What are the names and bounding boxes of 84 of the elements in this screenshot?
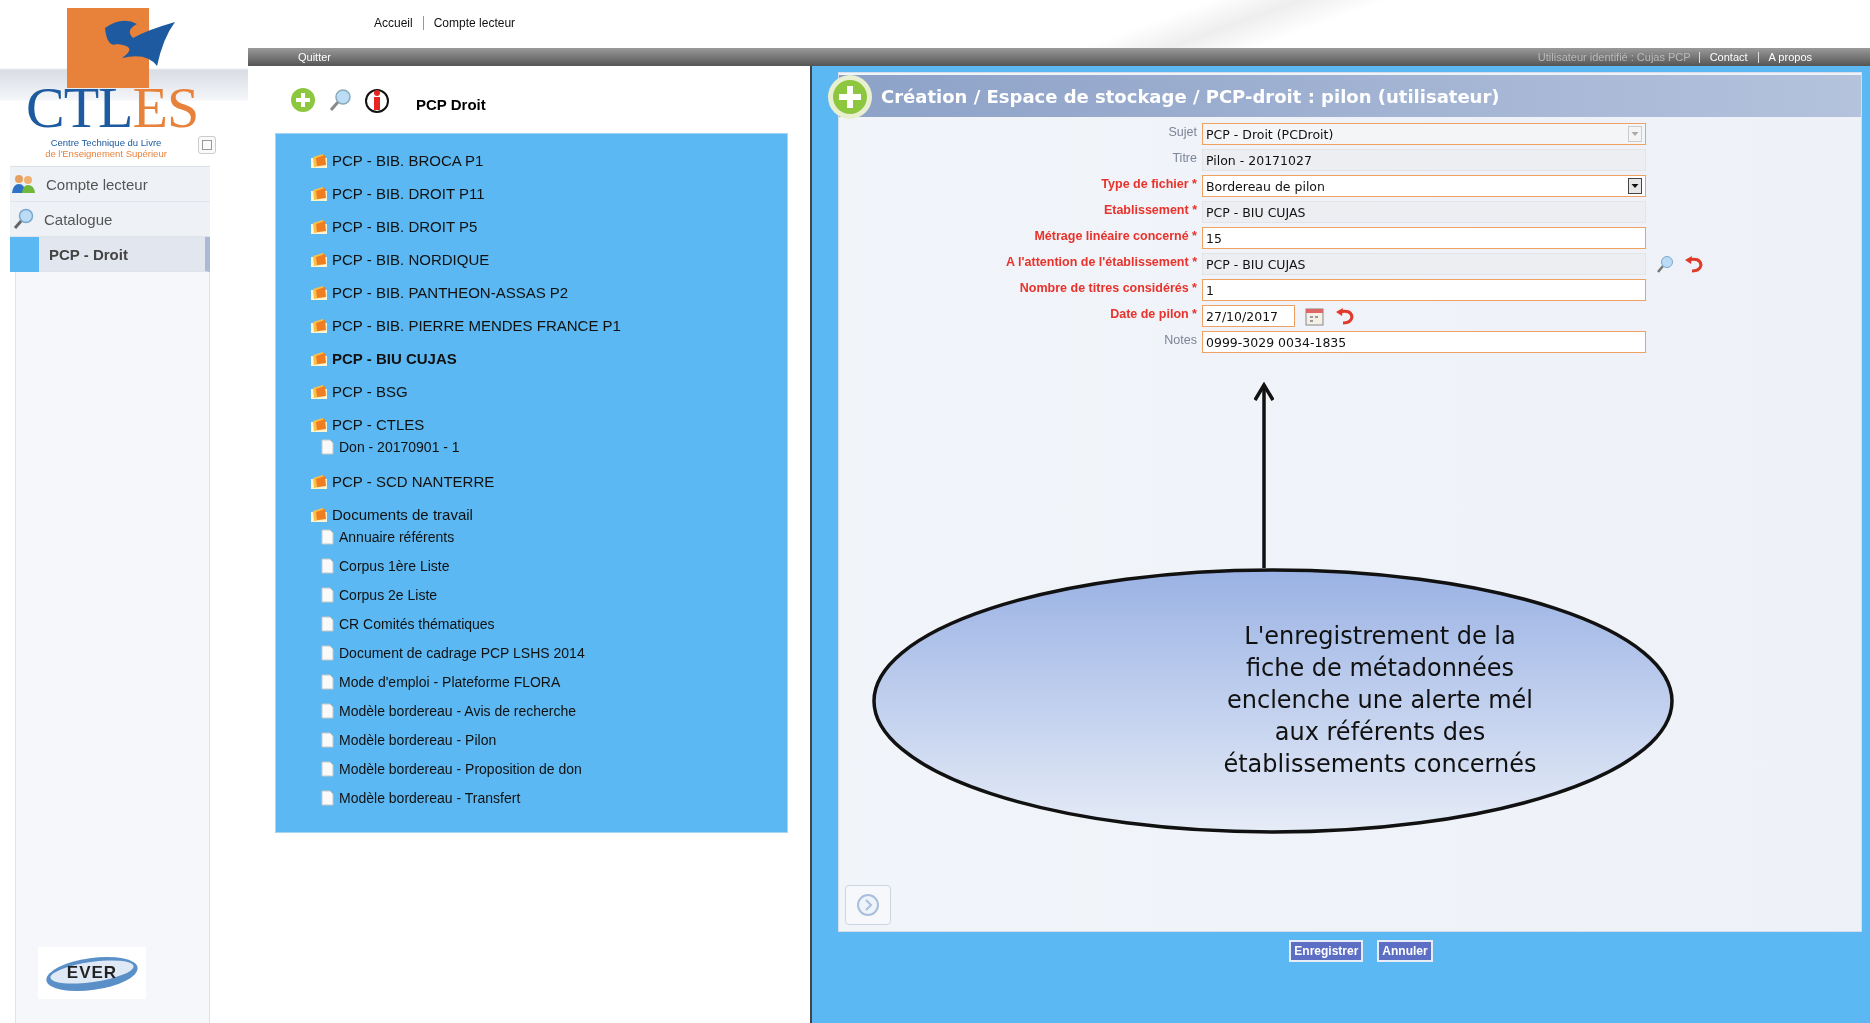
dropdown[interactable]: Bordereau de pilon bbox=[1202, 175, 1646, 197]
caret-icon bbox=[1628, 126, 1642, 142]
tree-item[interactable]: Modèle bordereau - Transfert bbox=[310, 783, 787, 812]
document-icon bbox=[321, 528, 334, 545]
header-link[interactable]: Contact bbox=[1698, 51, 1758, 63]
add-icon[interactable] bbox=[290, 86, 316, 113]
sidebar-item[interactable]: Compte lecteur bbox=[10, 167, 210, 202]
folder-icon bbox=[310, 416, 328, 433]
tree-item[interactable]: PCP - BIB. BROCA P1 bbox=[310, 144, 787, 177]
logo-subtitle: Centre Technique du Livre bbox=[49, 137, 163, 148]
undo-icon[interactable] bbox=[1684, 255, 1704, 273]
field-label: Sujet bbox=[1167, 124, 1198, 141]
field-label: Date de pilon * bbox=[1109, 306, 1198, 323]
logo-subtitle: de l'Enseignement Supérieur bbox=[44, 148, 168, 159]
panel-title: PCP Droit bbox=[416, 96, 486, 113]
form-button[interactable]: Annuler bbox=[1377, 940, 1433, 962]
tree-item[interactable]: Modèle bordereau - Proposition de don bbox=[310, 754, 787, 783]
tree-item[interactable]: PCP - BIB. NORDIQUE bbox=[310, 243, 787, 276]
quit-link[interactable]: Quitter bbox=[298, 51, 331, 63]
tree-item[interactable]: PCP - SCD NANTERRE bbox=[310, 465, 787, 498]
folder-icon bbox=[310, 251, 328, 268]
folder-icon bbox=[310, 317, 328, 334]
text-field[interactable]: 15 bbox=[1202, 227, 1646, 249]
document-icon bbox=[321, 557, 334, 574]
tree-item[interactable]: Corpus 1ère Liste bbox=[310, 551, 787, 580]
user-info: Utilisateur identifié : Cujas PCP bbox=[1537, 51, 1692, 63]
nav-link[interactable]: Accueil bbox=[364, 16, 423, 30]
search-icon[interactable] bbox=[328, 87, 352, 112]
tree-item[interactable]: PCP - BIU CUJAS bbox=[310, 342, 787, 375]
ever-logo: EVER bbox=[38, 947, 146, 999]
tree-item[interactable]: PCP - BIB. DROIT P11 bbox=[310, 177, 787, 210]
form-title: Création / Espace de stockage / PCP-droit : pilon (utilisateur) bbox=[881, 85, 1500, 107]
folder-icon bbox=[310, 506, 328, 523]
document-icon bbox=[321, 702, 334, 719]
tree-item[interactable]: Modèle bordereau - Pilon bbox=[310, 725, 787, 754]
search-icon[interactable] bbox=[1656, 255, 1674, 273]
add-icon bbox=[827, 74, 873, 120]
folder-icon bbox=[310, 185, 328, 202]
text-field[interactable]: 1 bbox=[1202, 279, 1646, 301]
tree-item[interactable]: PCP - BSG bbox=[310, 375, 787, 408]
document-icon bbox=[321, 586, 334, 603]
document-icon bbox=[321, 789, 334, 806]
magnifier-icon bbox=[12, 208, 34, 230]
collapse-icon[interactable] bbox=[198, 136, 216, 154]
field-label: Nombre de titres considérés * bbox=[1018, 280, 1198, 297]
document-icon bbox=[321, 760, 334, 777]
folder-icon bbox=[310, 284, 328, 301]
field-label: Notes bbox=[1163, 332, 1198, 349]
form-button[interactable]: Enregistrer bbox=[1289, 940, 1364, 962]
tree-item[interactable]: PCP - BIB. PIERRE MENDES FRANCE P1 bbox=[310, 309, 787, 342]
date-field[interactable]: 27/10/2017 bbox=[1202, 305, 1295, 327]
document-icon bbox=[321, 615, 334, 632]
field-label: A l'attention de l'établissement * bbox=[1005, 254, 1198, 271]
field-label: Métrage linéaire concerné * bbox=[1033, 228, 1198, 245]
folder-icon bbox=[310, 383, 328, 400]
folder-icon bbox=[310, 218, 328, 235]
sidebar-item[interactable]: PCP - Droit bbox=[10, 237, 210, 272]
folder-icon bbox=[310, 473, 328, 490]
field-label: Etablissement * bbox=[1102, 202, 1198, 219]
field-label: Type de fichier * bbox=[1100, 176, 1198, 193]
document-icon bbox=[321, 731, 334, 748]
document-icon bbox=[321, 644, 334, 661]
text-field[interactable]: 0999-3029 0034-1835 bbox=[1202, 331, 1646, 353]
tree-item[interactable]: PCP - BIB. DROIT P5 bbox=[310, 210, 787, 243]
undo-icon[interactable] bbox=[1335, 307, 1355, 325]
sidebar-item[interactable]: Catalogue bbox=[10, 202, 210, 237]
folder-icon bbox=[310, 152, 328, 169]
document-icon bbox=[321, 673, 334, 690]
people-icon bbox=[12, 174, 36, 194]
calendar-icon[interactable] bbox=[1305, 306, 1325, 326]
logo-wordmark: CTLES bbox=[26, 78, 199, 138]
field-label: Titre bbox=[1171, 150, 1198, 167]
tree-item[interactable]: PCP - BIB. PANTHEON-ASSAS P2 bbox=[310, 276, 787, 309]
tree-item[interactable]: CR Comités thématiques bbox=[310, 609, 787, 638]
tree-item[interactable]: Mode d'emploi - Plateforme FLORA bbox=[310, 667, 787, 696]
header-link[interactable]: A propos bbox=[1757, 51, 1822, 63]
tree-item[interactable]: Corpus 2e Liste bbox=[310, 580, 787, 609]
tree-item[interactable]: Document de cadrage PCP LSHS 2014 bbox=[310, 638, 787, 667]
callout-text: L'enregistrement de la fiche de métadonnées enclenche une alerte mél aux référents des établissements concernés bbox=[1222, 621, 1538, 780]
document-icon bbox=[321, 438, 334, 455]
caret-icon bbox=[1628, 178, 1642, 194]
folder-icon bbox=[310, 350, 328, 367]
nav-link[interactable]: Compte lecteur bbox=[422, 16, 526, 30]
tree-item[interactable]: Modèle bordereau - Avis de recherche bbox=[310, 696, 787, 725]
